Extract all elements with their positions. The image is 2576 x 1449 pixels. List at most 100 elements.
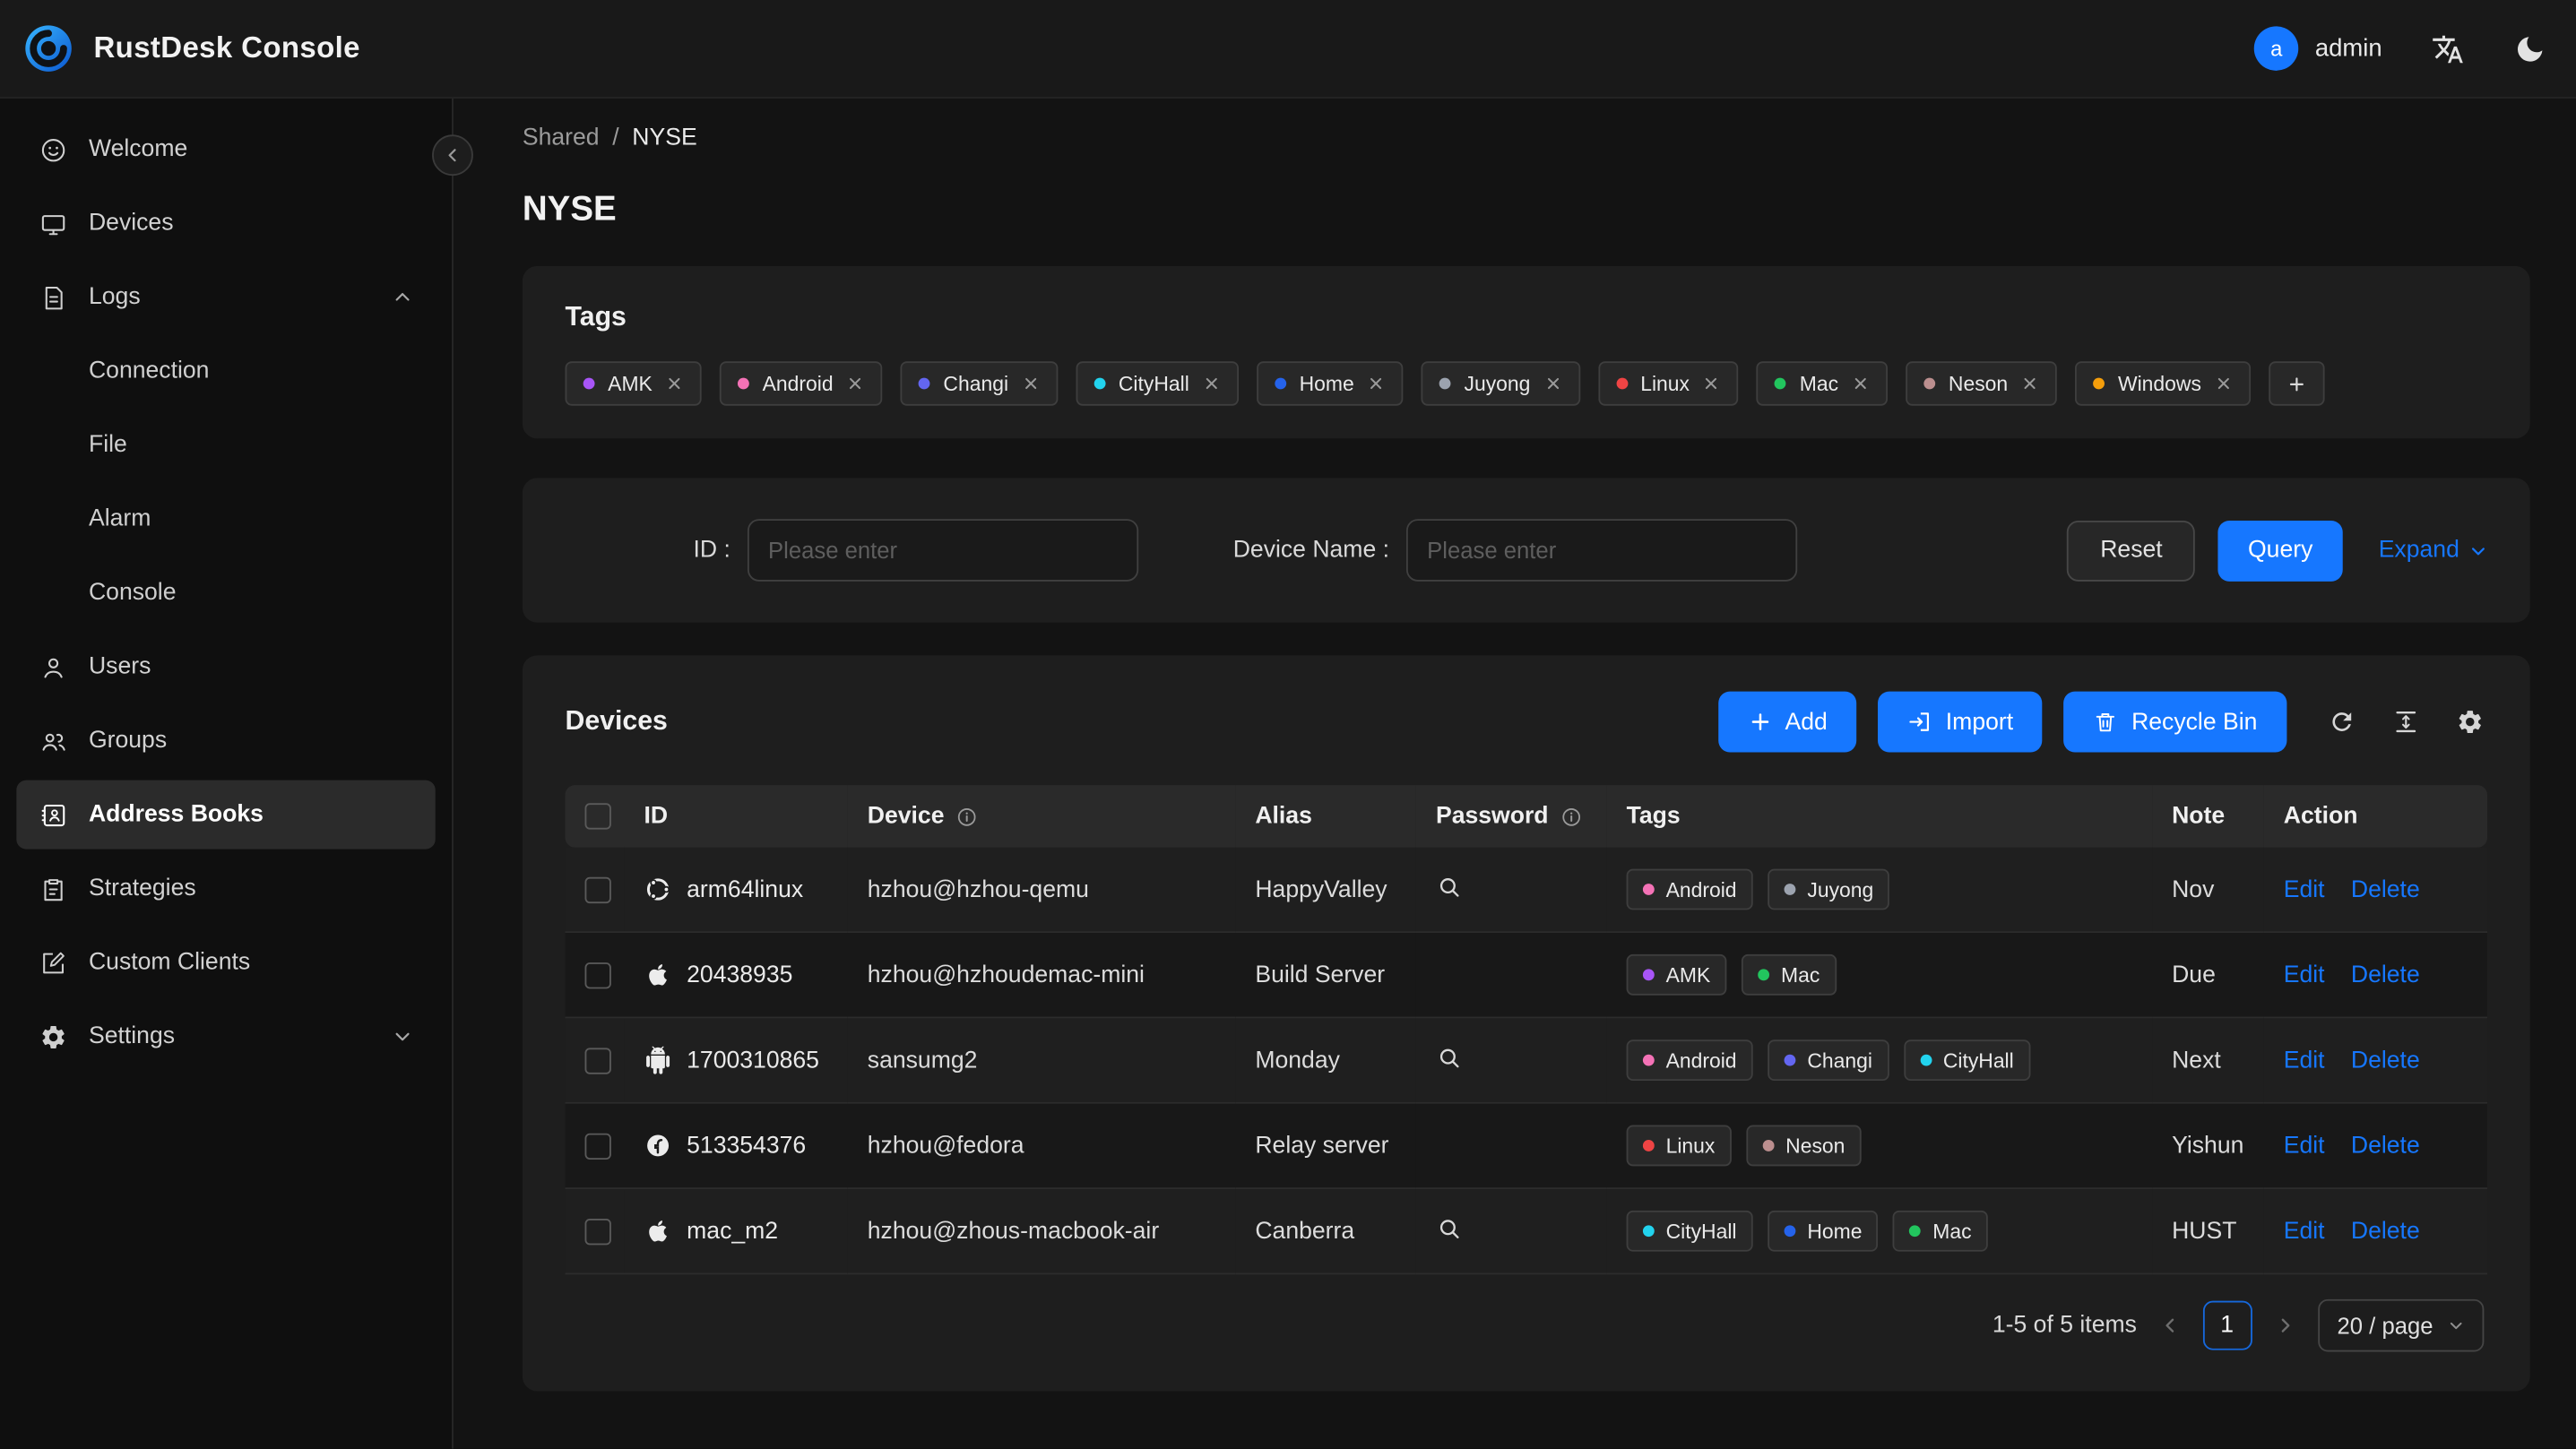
sidebar-item-console[interactable]: Console <box>16 558 435 627</box>
language-icon[interactable] <box>2432 32 2465 65</box>
column-header-alias: Alias <box>1255 803 1312 830</box>
sidebar-label: Strategies <box>88 875 196 902</box>
tag-color-dot <box>1920 1054 1932 1066</box>
show-password-icon[interactable] <box>1436 1214 1462 1240</box>
delete-link[interactable]: Delete <box>2351 876 2420 902</box>
sidebar-item-strategies[interactable]: Strategies <box>16 854 435 923</box>
tag-chip-linux: Linux <box>1626 1125 1732 1167</box>
import-button[interactable]: Import <box>1878 691 2044 753</box>
tag-chip-cityhall: CityHall <box>1626 1210 1753 1252</box>
apple-os-icon <box>644 1217 672 1245</box>
remove-tag-icon[interactable] <box>2215 375 2233 392</box>
breadcrumb-shared[interactable]: Shared <box>523 125 600 151</box>
row-checkbox[interactable] <box>584 1047 611 1074</box>
devices-toolbar: Add Import Recycle Bin <box>1717 691 2487 753</box>
user-name[interactable]: admin <box>2315 34 2382 62</box>
reset-button[interactable]: Reset <box>2067 520 2196 581</box>
page-size-select[interactable]: 20 / page <box>2317 1298 2485 1352</box>
chevron-left-icon <box>2165 1318 2174 1333</box>
recycle-bin-button[interactable]: Recycle Bin <box>2063 691 2287 753</box>
show-password-icon[interactable] <box>1436 873 1462 899</box>
edit-link[interactable]: Edit <box>2284 1047 2325 1073</box>
remove-tag-icon[interactable] <box>1022 375 1040 392</box>
refresh-icon <box>2332 712 2352 731</box>
device-row: 513354376 hzhou@fedora Relay server Linux Ne… <box>565 1103 2488 1190</box>
smile-icon <box>39 135 67 163</box>
sidebar-item-address-books[interactable]: Address Books <box>16 780 436 850</box>
remove-tag-icon[interactable] <box>1852 375 1870 392</box>
chevron-up-icon <box>393 288 412 307</box>
device-name-input[interactable] <box>1405 519 1797 582</box>
pagination-total: 1-5 of 5 items <box>1992 1312 2137 1339</box>
edit-link[interactable]: Edit <box>2284 1218 2325 1244</box>
device-alias: Relay server <box>1235 1103 1416 1190</box>
tag-chip-android: Android <box>1626 868 1753 910</box>
sidebar-label: Groups <box>88 727 168 755</box>
add-tag-button[interactable] <box>2269 361 2325 406</box>
sidebar-collapse-button[interactable] <box>432 134 473 177</box>
devices-table-body: arm64linux hzhou@hzhou-qemu HappyValley And… <box>565 847 2488 1275</box>
select-all-checkbox[interactable] <box>584 803 611 830</box>
delete-link[interactable]: Delete <box>2351 1133 2420 1159</box>
sidebar-item-settings[interactable]: Settings <box>16 1002 435 1071</box>
row-checkbox[interactable] <box>584 876 611 903</box>
remove-tag-icon[interactable] <box>2021 375 2039 392</box>
sidebar-item-connection[interactable]: Connection <box>16 337 435 406</box>
row-checkbox[interactable] <box>584 962 611 988</box>
remove-tag-icon[interactable] <box>1202 375 1220 392</box>
edit-link[interactable]: Edit <box>2284 876 2325 902</box>
tag-color-dot <box>2093 377 2105 390</box>
tag-chip-neson: Neson <box>1906 361 2058 406</box>
row-checkbox[interactable] <box>584 1218 611 1245</box>
sidebar-item-devices[interactable]: Devices <box>16 189 435 258</box>
sidebar-item-logs[interactable]: Logs <box>16 263 435 332</box>
pagination-prev-button[interactable] <box>2153 1309 2186 1342</box>
tags-chip-list: AMK Android Changi CityHall Home Juyong Linux M… <box>565 361 2488 406</box>
address-book-icon <box>39 801 67 829</box>
devices-card: Devices Add Import Recycle Bin ID Device… <box>522 655 2530 1392</box>
device-row: 1700310865 sansumg2 Monday Android Changi Cit… <box>565 1018 2488 1104</box>
pagination-page-1[interactable]: 1 <box>2202 1300 2252 1350</box>
delete-link[interactable]: Delete <box>2351 1047 2420 1073</box>
tag-chip-home: Home <box>1256 361 1404 406</box>
tags-card-title: Tags <box>565 302 627 332</box>
id-input[interactable] <box>747 519 1138 582</box>
sidebar-item-alarm[interactable]: Alarm <box>16 485 435 554</box>
user-avatar[interactable]: a <box>2254 26 2299 71</box>
device-id: 513354376 <box>687 1132 807 1160</box>
user-icon <box>39 653 67 681</box>
refresh-button[interactable] <box>2325 704 2359 738</box>
query-button[interactable]: Query <box>2218 520 2343 581</box>
column-height-button[interactable] <box>2389 704 2423 738</box>
remove-tag-icon[interactable] <box>666 375 684 392</box>
sidebar-item-users[interactable]: Users <box>16 633 435 702</box>
expand-link[interactable]: Expand <box>2379 537 2487 564</box>
monitor-icon <box>39 210 67 237</box>
tag-color-dot <box>1275 377 1286 390</box>
chevron-down-icon <box>2450 1322 2462 1330</box>
sidebar-item-file[interactable]: File <box>16 410 435 479</box>
remove-tag-icon[interactable] <box>846 375 864 392</box>
delete-link[interactable]: Delete <box>2351 1218 2420 1244</box>
remove-tag-icon[interactable] <box>1703 375 1721 392</box>
dark-mode-icon[interactable] <box>2513 32 2546 65</box>
show-password-icon[interactable] <box>1436 1044 1462 1070</box>
device-id: 20438935 <box>687 962 793 988</box>
remove-tag-icon[interactable] <box>1367 375 1385 392</box>
tag-chip-cityhall: CityHall <box>1903 1039 2031 1082</box>
sidebar-item-custom-clients[interactable]: Custom Clients <box>16 928 435 997</box>
pagination-next-button[interactable] <box>2269 1309 2302 1342</box>
edit-link[interactable]: Edit <box>2284 962 2325 988</box>
column-header-password: Password <box>1435 803 1549 830</box>
device-name: hzhou@zhous-macbook-air <box>847 1189 1236 1275</box>
logs-submenu: Connection File Alarm Console <box>0 337 452 627</box>
add-device-button[interactable]: Add <box>1717 691 1857 753</box>
sidebar-item-groups[interactable]: Groups <box>16 706 435 775</box>
delete-link[interactable]: Delete <box>2351 962 2420 988</box>
table-settings-button[interactable] <box>2453 704 2487 738</box>
remove-tag-icon[interactable] <box>1543 375 1561 392</box>
edit-link[interactable]: Edit <box>2284 1133 2325 1159</box>
column-header-id: ID <box>644 803 669 830</box>
sidebar-item-welcome[interactable]: Welcome <box>16 115 435 184</box>
row-checkbox[interactable] <box>584 1132 611 1160</box>
